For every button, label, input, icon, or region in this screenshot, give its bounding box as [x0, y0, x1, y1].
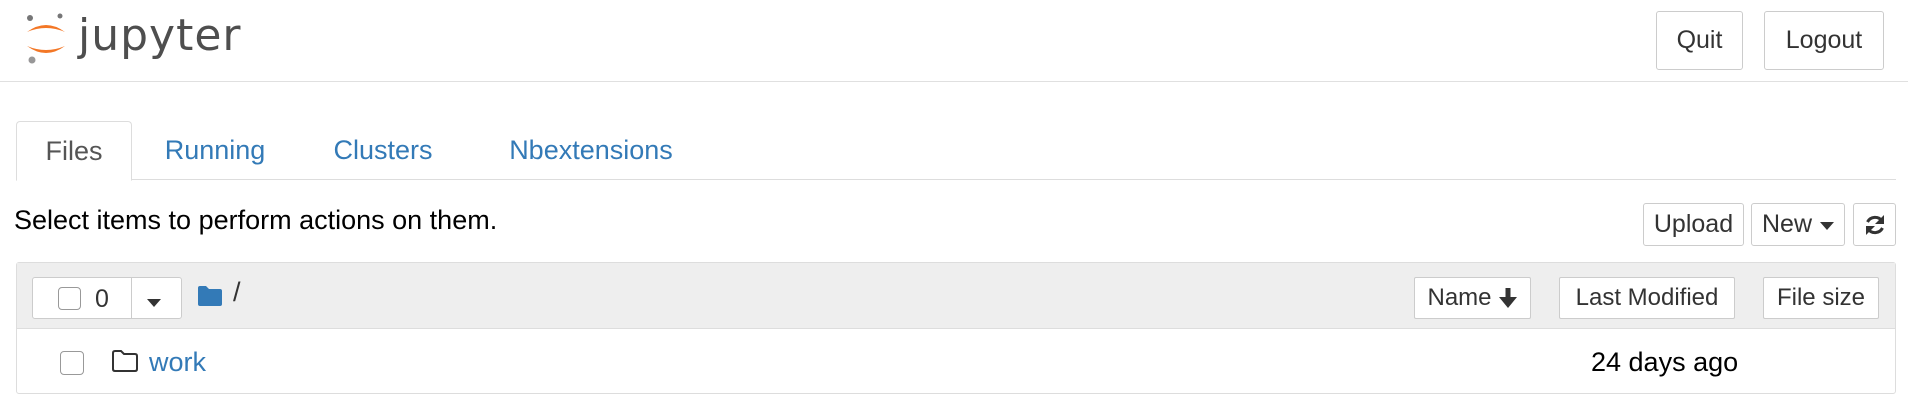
- file-list-header: 0 / Name Last Modified File size: [17, 263, 1895, 329]
- folder-icon: [198, 285, 222, 306]
- breadcrumb-root[interactable]: /: [233, 277, 241, 308]
- sort-by-file-size-button[interactable]: File size: [1763, 277, 1879, 319]
- sort-by-name-button[interactable]: Name: [1414, 277, 1531, 319]
- select-all-control[interactable]: 0: [32, 277, 182, 319]
- item-last-modified: 24 days ago: [1591, 347, 1739, 377]
- tab-running[interactable]: Running: [150, 121, 280, 180]
- header: jupyter Quit Logout: [0, 0, 1908, 82]
- tab-bar: Files Running Clusters Nbextensions: [16, 121, 1896, 181]
- selection-hint: Select items to perform actions on them.: [14, 205, 498, 235]
- name-column-label: Name: [1427, 284, 1492, 311]
- jupyter-logo[interactable]: jupyter: [24, 10, 242, 66]
- caret-down-icon: [147, 299, 161, 307]
- selection-dropdown-button[interactable]: [147, 294, 161, 312]
- select-all-checkbox[interactable]: [58, 287, 81, 310]
- logout-button[interactable]: Logout: [1764, 11, 1884, 70]
- breadcrumb[interactable]: /: [197, 277, 241, 308]
- sort-by-last-modified-button[interactable]: Last Modified: [1559, 277, 1735, 319]
- tab-nbextensions[interactable]: Nbextensions: [488, 121, 694, 180]
- tab-clusters[interactable]: Clusters: [318, 121, 448, 180]
- arrow-down-icon: [1498, 288, 1517, 308]
- item-checkbox[interactable]: [60, 351, 84, 375]
- new-dropdown-button[interactable]: New: [1751, 203, 1845, 246]
- list-item[interactable]: work 24 days ago: [17, 329, 1895, 395]
- upload-button[interactable]: Upload: [1643, 203, 1744, 246]
- selected-count: 0: [95, 285, 109, 313]
- logo-text: jupyter: [78, 9, 242, 61]
- refresh-button[interactable]: [1853, 203, 1896, 246]
- folder-outline-icon: [112, 350, 138, 372]
- refresh-icon: [1865, 214, 1884, 235]
- quit-button[interactable]: Quit: [1656, 11, 1743, 70]
- file-list: 0 / Name Last Modified File size work 24…: [16, 262, 1896, 394]
- divider: [131, 278, 132, 318]
- tab-files[interactable]: Files: [16, 121, 132, 181]
- new-label: New: [1761, 210, 1812, 238]
- jupyter-logo-icon: [27, 13, 65, 64]
- item-name-link[interactable]: work: [149, 347, 206, 378]
- caret-down-icon: [1820, 222, 1834, 230]
